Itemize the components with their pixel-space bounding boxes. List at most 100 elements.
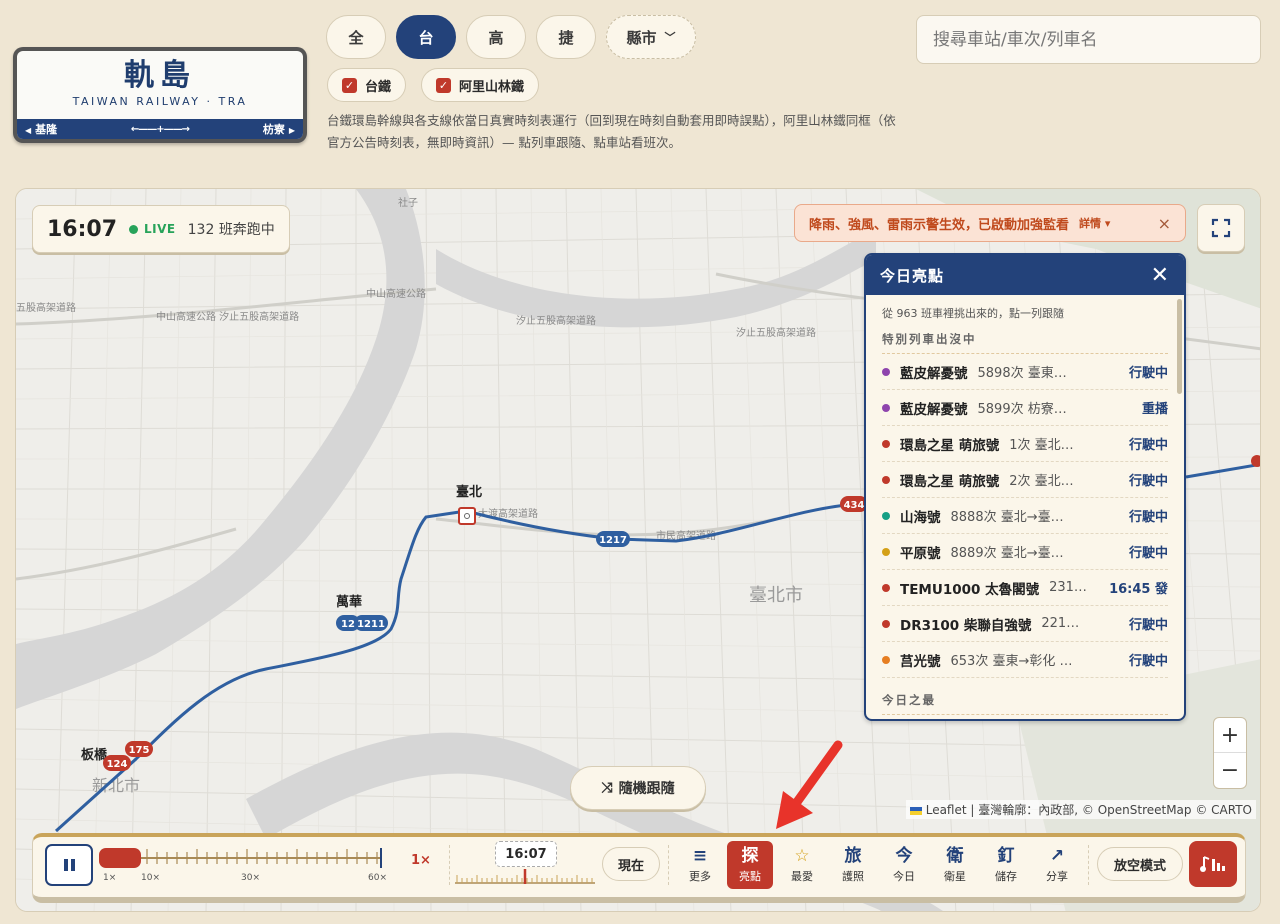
live-dot-icon bbox=[129, 224, 139, 234]
satellite-icon: 衛 bbox=[946, 846, 964, 866]
app-description: 台鐵環島幹線與各支線依當日真實時刻表運行（回到現在時刻自動套用即時誤點），阿里山… bbox=[327, 113, 896, 150]
train-number: 1211 bbox=[357, 619, 385, 630]
speed-label-1x: 1× bbox=[103, 873, 117, 883]
tool-label: 儲存 bbox=[995, 870, 1017, 883]
train-name: 藍皮解憂號 bbox=[900, 365, 968, 382]
app-logo: 軌島 TAIWAN RAILWAY · TRA ◀ 基隆 ←——+——→ 枋寮 ▶ bbox=[13, 47, 307, 143]
train-status: 行駛中 bbox=[1128, 654, 1168, 669]
train-number: 124 bbox=[107, 759, 128, 770]
panel-header: 今日亮點 ✕ bbox=[866, 255, 1184, 295]
alert-details-link[interactable]: 詳情 ▾ bbox=[1079, 215, 1110, 231]
tool-label: 護照 bbox=[842, 870, 864, 883]
share-button[interactable]: ↗ 分享 bbox=[1034, 841, 1080, 889]
fullscreen-button[interactable] bbox=[1197, 204, 1245, 252]
chevron-down-icon: ﹀ bbox=[664, 31, 676, 44]
highlight-row[interactable]: TEMU1000 太魯閣號 231… 16:45 發 bbox=[882, 570, 1168, 606]
station-marker-taipei[interactable] bbox=[458, 507, 476, 525]
train-status: 重播 bbox=[1141, 402, 1168, 417]
train-badge-1211[interactable]: 1211 bbox=[354, 615, 388, 631]
mode-tra-button[interactable]: 台 bbox=[396, 15, 456, 59]
tool-label: 亮點 bbox=[739, 870, 761, 883]
highlight-row[interactable]: 山海號 8888次 臺北→臺… 行駛中 bbox=[882, 498, 1168, 534]
train-status: 行駛中 bbox=[1128, 366, 1168, 381]
fullscreen-icon bbox=[1211, 218, 1231, 238]
logo-left-station: 基隆 bbox=[35, 123, 58, 136]
line-color-dot-icon bbox=[882, 583, 890, 592]
more-button[interactable]: ≡ 更多 bbox=[677, 841, 723, 889]
track-icon: ←——+——→ bbox=[130, 123, 190, 135]
line-color-dot-icon bbox=[882, 439, 890, 448]
speed-handle[interactable] bbox=[99, 848, 141, 868]
filter-tra-checkbox[interactable]: ✓ 台鐵 bbox=[327, 68, 407, 102]
highlight-row[interactable]: 莒光號 653次 臺東→彰化 … 行駛中 bbox=[882, 642, 1168, 678]
passport-button[interactable]: 旅 護照 bbox=[830, 841, 876, 889]
speed-label-10x: 10× bbox=[141, 873, 160, 883]
section-special-trains: 特別列車出沒中 bbox=[882, 321, 1168, 354]
highlight-row[interactable]: 環島之星 萌旅號 2次 臺北… 行駛中 bbox=[882, 462, 1168, 498]
map-label-taipei-city: 臺北市 bbox=[749, 585, 803, 606]
train-info: 8889次 臺北→臺… bbox=[950, 546, 1064, 561]
county-select[interactable]: 縣市 ﹀ bbox=[606, 15, 696, 59]
close-icon[interactable]: × bbox=[1158, 214, 1171, 233]
zoom-in-button[interactable]: + bbox=[1214, 718, 1246, 753]
shuffle-icon: ⤨ bbox=[601, 780, 613, 796]
favorites-button[interactable]: ☆ 最愛 bbox=[779, 841, 825, 889]
playback-controls: 1× 10× 30× 60× 1× 16:07 現在 ≡ 更多 探 亮點 ☆ 最… bbox=[32, 833, 1246, 903]
idle-mode-button[interactable]: 放空模式 bbox=[1097, 847, 1183, 881]
panel-scrollbar[interactable] bbox=[1177, 299, 1182, 394]
mode-hsr-button[interactable]: 高 bbox=[466, 15, 526, 59]
train-badge-1217[interactable]: 1217 bbox=[596, 531, 630, 547]
pause-button[interactable] bbox=[45, 844, 93, 886]
mode-metro-button[interactable]: 捷 bbox=[536, 15, 596, 59]
highlight-row[interactable]: 平原號 8889次 臺北→臺… 行駛中 bbox=[882, 534, 1168, 570]
highlight-row[interactable]: 藍皮解憂號 5898次 臺東… 行駛中 bbox=[882, 354, 1168, 390]
random-follow-button[interactable]: ⤨ 隨機跟隨 bbox=[570, 766, 706, 810]
train-badge-124[interactable]: 124 bbox=[103, 755, 131, 771]
logo-right-station: 枋寮 bbox=[262, 123, 285, 136]
checkbox-checked-icon: ✓ bbox=[436, 77, 451, 93]
train-name: 環島之星 萌旅號 bbox=[900, 437, 1000, 454]
station-label-taipei: 臺北 bbox=[456, 484, 482, 500]
train-status: 行駛中 bbox=[1128, 474, 1168, 489]
now-button[interactable]: 現在 bbox=[602, 847, 660, 881]
train-badge-175[interactable]: 175 bbox=[125, 741, 153, 757]
timeline-scrubber[interactable] bbox=[455, 867, 595, 885]
zoom-out-button[interactable]: − bbox=[1214, 753, 1246, 788]
section-today-best: 今日之最 bbox=[882, 682, 1168, 715]
train-info: 231… bbox=[1049, 580, 1087, 595]
train-number: 1217 bbox=[599, 535, 627, 546]
pin-icon: 釘 bbox=[997, 846, 1015, 866]
filter-alishan-checkbox[interactable]: ✓ 阿里山林鐵 bbox=[421, 68, 540, 102]
highlight-row[interactable]: 環島之星 萌旅號 1次 臺北… 行駛中 bbox=[882, 426, 1168, 462]
save-button[interactable]: 釘 儲存 bbox=[983, 841, 1029, 889]
svg-text:大渡高架道路: 大渡高架道路 bbox=[478, 507, 538, 520]
train-info: 8888次 臺北→臺… bbox=[950, 510, 1064, 525]
today-button[interactable]: 今 今日 bbox=[881, 841, 927, 889]
highlight-row[interactable]: 藍皮解憂號 5899次 枋寮… 重播 bbox=[882, 390, 1168, 426]
search-input[interactable] bbox=[916, 15, 1261, 64]
divider bbox=[449, 845, 450, 885]
train-name: 藍皮解憂號 bbox=[900, 401, 968, 418]
map-view[interactable]: 社子 中山高速公路 中山高速公路 汐止五股高架道路 汐止五股高架道路 汐止五股高… bbox=[15, 188, 1261, 912]
close-icon[interactable]: ✕ bbox=[1151, 263, 1170, 288]
share-icon: ↗ bbox=[1049, 846, 1065, 866]
tool-label: 更多 bbox=[689, 870, 711, 883]
satellite-button[interactable]: 衛 衛星 bbox=[932, 841, 978, 889]
random-follow-label: 隨機跟隨 bbox=[618, 781, 675, 797]
svg-text:社子: 社子 bbox=[398, 196, 418, 209]
highlights-button[interactable]: 探 亮點 bbox=[727, 841, 773, 889]
tool-label: 衛星 bbox=[944, 870, 966, 883]
panel-note: 從 963 班車裡挑出來的，點一列跟隨 bbox=[882, 307, 1064, 320]
checkbox-checked-icon: ✓ bbox=[342, 77, 357, 93]
star-icon: ☆ bbox=[794, 846, 810, 866]
tool-label: 今日 bbox=[893, 870, 915, 883]
line-color-dot-icon bbox=[882, 403, 890, 412]
highlight-row[interactable]: DR3100 柴聯自強號 221… 行駛中 bbox=[882, 606, 1168, 642]
line-color-dot-icon bbox=[882, 511, 890, 520]
svg-text:中山高速公路 汐止五股高架道路: 中山高速公路 汐止五股高架道路 bbox=[156, 310, 299, 323]
mode-all-button[interactable]: 全 bbox=[326, 15, 386, 59]
train-number: 175 bbox=[129, 745, 150, 756]
music-button[interactable] bbox=[1189, 841, 1237, 887]
live-label: LIVE bbox=[144, 222, 176, 236]
weather-alert[interactable]: 降雨、強風、雷雨示警生效，已啟動加強監看 詳情 ▾ × bbox=[794, 204, 1186, 242]
